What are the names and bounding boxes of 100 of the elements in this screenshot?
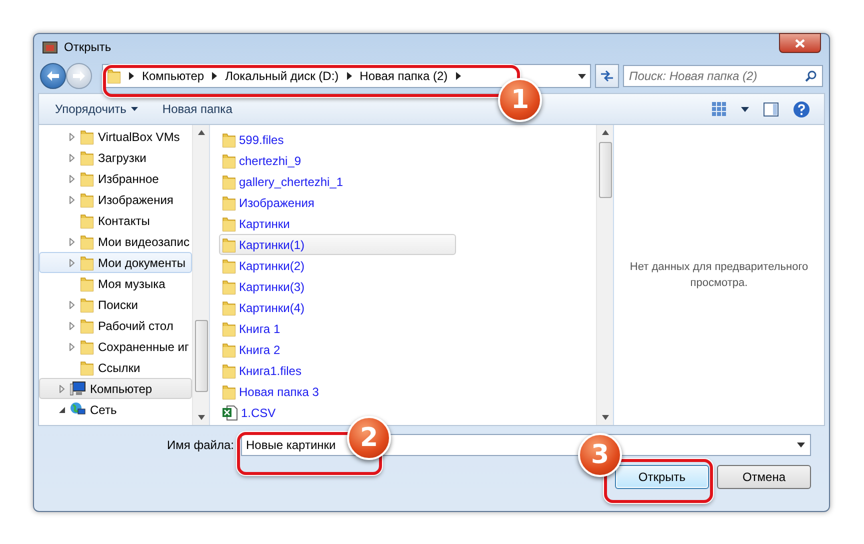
preview-message: Нет данных для предварительного просмотра.	[628, 260, 810, 291]
sidebar-item[interactable]: Компьютер	[39, 378, 192, 399]
folder-icon	[222, 342, 236, 358]
right-arrow-icon	[73, 71, 85, 81]
sidebar-item[interactable]: Контакты	[39, 210, 192, 231]
breadcrumb[interactable]: Новая папка (2)	[360, 69, 448, 83]
window-title: Открыть	[64, 40, 112, 54]
expand-arrow-icon[interactable]	[68, 196, 76, 204]
expand-arrow-icon[interactable]	[68, 300, 76, 308]
folder-icon	[80, 338, 94, 354]
scrollbar-thumb[interactable]	[598, 142, 612, 198]
folder-icon	[107, 68, 121, 84]
file-item[interactable]: Картинки	[219, 213, 456, 234]
view-grid-icon[interactable]	[711, 101, 727, 117]
scroll-up-icon[interactable]	[198, 130, 204, 135]
folder-icon	[222, 258, 236, 274]
close-icon	[795, 38, 805, 48]
new-folder-button[interactable]: Новая папка	[152, 98, 242, 120]
sidebar-item[interactable]: Мои документы	[39, 252, 192, 273]
folder-icon	[80, 212, 94, 228]
spreadsheet-file-icon	[222, 404, 238, 420]
folder-icon	[80, 276, 94, 292]
expand-arrow-icon[interactable]	[68, 132, 76, 140]
file-item[interactable]: Книга 1	[219, 318, 456, 339]
folder-icon	[222, 384, 236, 400]
preview-pane-icon[interactable]	[763, 102, 779, 116]
search-field[interactable]: Поиск: Новая папка (2)	[623, 65, 823, 87]
back-button[interactable]	[40, 63, 66, 89]
open-button[interactable]: Открыть	[615, 465, 709, 489]
folder-icon	[222, 174, 236, 190]
breadcrumb-arrow-icon[interactable]	[456, 72, 461, 80]
folder-icon	[222, 152, 236, 168]
caret-icon	[131, 107, 138, 111]
expand-arrow-icon[interactable]	[68, 258, 76, 266]
folder-icon	[80, 296, 94, 312]
sidebar-item[interactable]: Сохраненные иг	[39, 336, 192, 357]
sidebar-item[interactable]: Моя музыка	[39, 273, 192, 294]
folder-icon	[222, 194, 236, 210]
sidebar-item[interactable]: Избранное	[39, 168, 192, 189]
breadcrumb-arrow-icon[interactable]	[212, 72, 218, 80]
network-icon	[70, 402, 86, 417]
search-icon	[805, 70, 817, 82]
sidebar-item[interactable]: Мои видеозапис	[39, 231, 192, 252]
file-item[interactable]: Картинки(1)	[219, 234, 456, 255]
expand-arrow-icon[interactable]	[58, 384, 66, 392]
folder-icon	[80, 234, 94, 250]
file-item[interactable]: 599.files	[219, 129, 456, 150]
scroll-down-icon[interactable]	[602, 415, 608, 420]
file-item[interactable]: Изображения	[219, 192, 456, 213]
folder-icon	[80, 318, 94, 334]
folder-icon	[222, 132, 236, 148]
file-item[interactable]: Картинки(4)	[219, 297, 456, 318]
file-item[interactable]: Книга 2	[219, 339, 456, 360]
folder-icon	[222, 278, 236, 294]
breadcrumb[interactable]: Компьютер	[142, 69, 204, 83]
scroll-down-icon[interactable]	[198, 415, 204, 420]
file-item[interactable]: Картинки(2)	[219, 255, 456, 276]
dropdown-caret-icon[interactable]	[578, 74, 586, 78]
refresh-icon	[600, 70, 614, 82]
dropdown-caret-icon[interactable]	[797, 442, 805, 448]
caret-icon[interactable]	[741, 106, 749, 112]
folder-icon	[222, 216, 236, 232]
sidebar-item[interactable]: VirtualBox VMs	[39, 126, 192, 147]
cancel-button[interactable]: Отмена	[717, 465, 811, 489]
left-arrow-icon	[47, 71, 59, 81]
folder-icon	[80, 150, 94, 166]
folder-icon	[80, 254, 94, 270]
help-icon[interactable]	[793, 100, 810, 118]
expand-arrow-icon[interactable]	[68, 238, 76, 246]
breadcrumb-arrow-icon[interactable]	[129, 72, 134, 80]
computer-icon	[70, 381, 86, 396]
file-item[interactable]: chertezhi_9	[219, 150, 456, 171]
expand-arrow-icon[interactable]	[68, 174, 76, 182]
scrollbar[interactable]	[192, 125, 209, 425]
sidebar-item[interactable]: Сеть	[39, 399, 192, 420]
scrollbar[interactable]	[596, 125, 613, 425]
folder-icon	[80, 192, 94, 208]
organize-button[interactable]: Упорядочить	[45, 98, 148, 120]
expand-arrow-icon[interactable]	[68, 154, 76, 162]
sidebar-item[interactable]: Загрузки	[39, 147, 192, 168]
file-item[interactable]: Новая папка 3	[219, 381, 456, 402]
expand-arrow-icon[interactable]	[68, 342, 76, 350]
expand-arrow-icon[interactable]	[68, 322, 76, 330]
refresh-button[interactable]	[595, 64, 619, 88]
sidebar-item[interactable]: Поиски	[39, 294, 192, 315]
breadcrumb[interactable]: Локальный диск (D:)	[225, 69, 339, 83]
sidebar-item[interactable]: Изображения	[39, 189, 192, 210]
folder-icon	[222, 320, 236, 336]
sidebar-item[interactable]: Ссылки	[39, 357, 192, 378]
sidebar-item[interactable]: Рабочий стол	[39, 315, 192, 336]
collapse-arrow-icon[interactable]	[58, 406, 66, 414]
breadcrumb-arrow-icon[interactable]	[346, 72, 352, 80]
folder-icon	[222, 236, 236, 252]
file-item[interactable]: Картинки(3)	[219, 276, 456, 297]
scrollbar-thumb[interactable]	[194, 320, 208, 392]
file-item[interactable]: gallery_chertezhi_1	[219, 171, 456, 192]
close-button[interactable]	[779, 33, 821, 53]
scroll-up-icon[interactable]	[602, 130, 608, 135]
file-item[interactable]: Книга1.files	[219, 360, 456, 381]
folder-icon	[222, 300, 236, 316]
